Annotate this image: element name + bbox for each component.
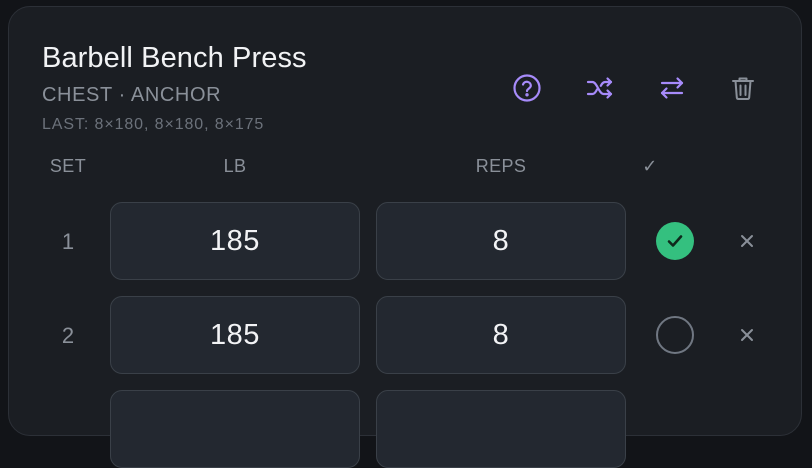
trash-icon bbox=[732, 77, 754, 100]
set-complete-toggle[interactable] bbox=[656, 222, 694, 260]
weight-input[interactable] bbox=[110, 296, 360, 374]
column-header-reps: REPS bbox=[475, 156, 527, 176]
swap-icon bbox=[660, 77, 684, 99]
exercise-title: Barbell Bench Press bbox=[42, 42, 307, 74]
weight-input[interactable] bbox=[110, 202, 360, 280]
weight-input[interactable] bbox=[110, 390, 360, 468]
reps-input[interactable] bbox=[376, 202, 626, 280]
set-number: 1 bbox=[61, 229, 75, 254]
delete-exercise-button[interactable] bbox=[725, 70, 761, 106]
help-icon bbox=[513, 74, 541, 102]
reps-input[interactable] bbox=[376, 390, 626, 468]
swap-button[interactable] bbox=[654, 70, 690, 106]
close-icon bbox=[741, 235, 753, 247]
checkmark-icon bbox=[667, 235, 683, 247]
column-header-done: ✓ bbox=[642, 156, 658, 176]
shuffle-icon bbox=[586, 77, 613, 99]
column-header-set: SET bbox=[49, 156, 87, 176]
help-button[interactable] bbox=[509, 70, 545, 106]
reps-input[interactable] bbox=[376, 296, 626, 374]
exercise-subtitle: CHEST · ANCHOR bbox=[42, 84, 222, 106]
close-icon bbox=[741, 329, 753, 341]
set-number: 2 bbox=[61, 323, 75, 348]
last-performance: LAST: 8×180, 8×180, 8×175 bbox=[42, 116, 265, 133]
column-header-lb: LB bbox=[223, 156, 247, 176]
remove-set-button[interactable] bbox=[732, 226, 762, 256]
set-complete-toggle[interactable] bbox=[656, 316, 694, 354]
shuffle-button[interactable] bbox=[582, 70, 618, 106]
remove-set-button[interactable] bbox=[732, 320, 762, 350]
